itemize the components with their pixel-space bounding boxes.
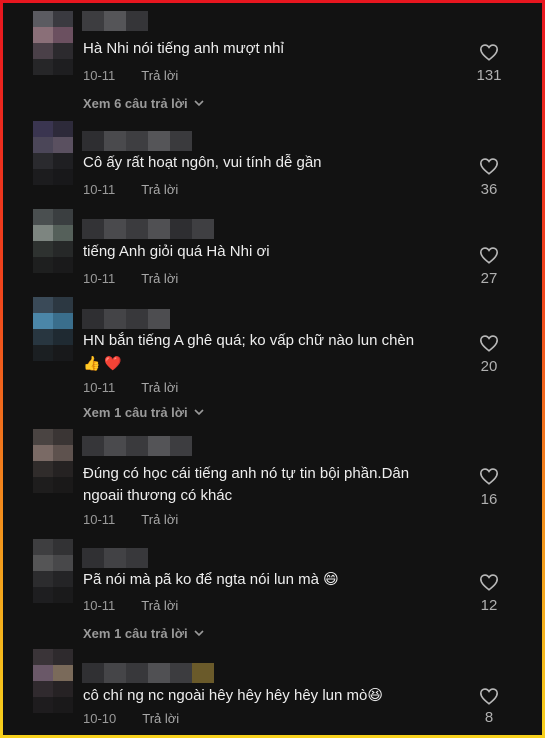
view-replies-label: Xem 1 câu trả lời — [83, 626, 188, 641]
avatar[interactable] — [33, 539, 73, 603]
comment-text: tiếng Anh giỏi quá Hà Nhi ơi — [83, 243, 270, 260]
view-replies-button[interactable]: Xem 1 câu trả lời — [83, 405, 204, 420]
comment-text-content: HN bắn tiếng A ghê quá; ko vấp chữ nào l… — [83, 332, 415, 349]
like-button[interactable]: 12 — [471, 573, 507, 614]
comment-list: Hà Nhi nói tiếng anh mượt nhỉ 10-11 Trả … — [3, 3, 542, 735]
avatar[interactable] — [33, 209, 73, 273]
avatar[interactable] — [33, 649, 73, 713]
reply-button[interactable]: Trả lời — [142, 711, 179, 726]
comment-meta: 10-11 Trả lời — [83, 598, 178, 613]
comment-meta: 10-11 Trả lời — [83, 512, 178, 527]
username-blurred[interactable] — [82, 436, 192, 456]
comment-meta: 10-11 Trả lời — [83, 271, 178, 286]
heart-outline-icon — [479, 158, 499, 175]
reply-button[interactable]: Trả lời — [141, 271, 178, 286]
avatar[interactable] — [33, 11, 73, 75]
reply-button[interactable]: Trả lời — [141, 598, 178, 613]
comment-meta: 10-11 Trả lời — [83, 182, 178, 197]
username-blurred[interactable] — [82, 309, 170, 329]
like-count: 36 — [480, 181, 498, 198]
reply-button[interactable]: Trả lời — [141, 512, 178, 527]
username-blurred[interactable] — [82, 663, 214, 683]
comment-meta: 10-11 Trả lời — [83, 68, 178, 83]
like-button[interactable]: 16 — [471, 467, 507, 508]
comment-text: Đúng có học cái tiếng anh nó tự tin bội … — [83, 465, 410, 504]
avatar[interactable] — [33, 429, 73, 493]
comment-meta: 10-10 Trả lời — [83, 711, 179, 726]
heart-outline-icon — [479, 468, 499, 485]
view-replies-label: Xem 6 câu trả lời — [83, 96, 188, 111]
comment-meta: 10-11 Trả lời — [83, 380, 178, 395]
comment-text: Pã nói mà pã ko để ngta nói lun mà 😄 — [83, 571, 339, 588]
chevron-down-icon — [194, 100, 204, 107]
chevron-down-icon — [194, 630, 204, 637]
like-count: 20 — [480, 358, 498, 375]
view-replies-label: Xem 1 câu trả lời — [83, 405, 188, 420]
comment-date: 10-11 — [83, 271, 116, 286]
heart-outline-icon — [479, 335, 499, 352]
chevron-down-icon — [194, 409, 204, 416]
heart-outline-icon — [479, 574, 499, 591]
like-count: 131 — [476, 67, 502, 84]
username-blurred[interactable] — [82, 131, 192, 151]
username-blurred[interactable] — [82, 548, 148, 568]
avatar[interactable] — [33, 121, 73, 185]
reply-button[interactable]: Trả lời — [141, 182, 178, 197]
view-replies-button[interactable]: Xem 1 câu trả lời — [83, 626, 204, 641]
comment-date: 10-11 — [83, 512, 116, 527]
heart-outline-icon — [479, 247, 499, 264]
reply-button[interactable]: Trả lời — [141, 380, 178, 395]
like-button[interactable]: 20 — [471, 334, 507, 375]
heart-outline-icon — [479, 688, 499, 705]
comment-text: cô chí ng nc ngoài hêy hêy hêy hêy lun m… — [83, 687, 383, 704]
comment-date: 10-11 — [83, 380, 116, 395]
comment-date: 10-11 — [83, 68, 116, 83]
like-count: 27 — [480, 270, 498, 287]
like-count: 16 — [480, 491, 498, 508]
username-blurred[interactable] — [82, 219, 214, 239]
heart-outline-icon — [479, 44, 499, 61]
comment-text: HN bắn tiếng A ghê quá; ko vấp chữ nào l… — [83, 330, 453, 375]
like-button[interactable]: 27 — [471, 246, 507, 287]
like-button[interactable]: 131 — [471, 43, 507, 84]
like-count: 8 — [484, 709, 494, 726]
reply-button[interactable]: Trả lời — [141, 68, 178, 83]
comment-date: 10-10 — [83, 711, 117, 726]
comment-text: Cô ấy rất hoạt ngôn, vui tính dễ gần — [83, 154, 322, 171]
username-blurred[interactable] — [82, 11, 148, 31]
like-button[interactable]: 36 — [471, 157, 507, 198]
view-replies-button[interactable]: Xem 6 câu trả lời — [83, 96, 204, 111]
comment-text: Hà Nhi nói tiếng anh mượt nhỉ — [83, 40, 284, 57]
avatar[interactable] — [33, 297, 73, 361]
comment-date: 10-11 — [83, 182, 116, 197]
comment-date: 10-11 — [83, 598, 116, 613]
like-button[interactable]: 8 — [471, 687, 507, 726]
like-count: 12 — [480, 597, 498, 614]
thumbs-up-heart-emoji: 👍 ❤️ — [83, 355, 122, 371]
